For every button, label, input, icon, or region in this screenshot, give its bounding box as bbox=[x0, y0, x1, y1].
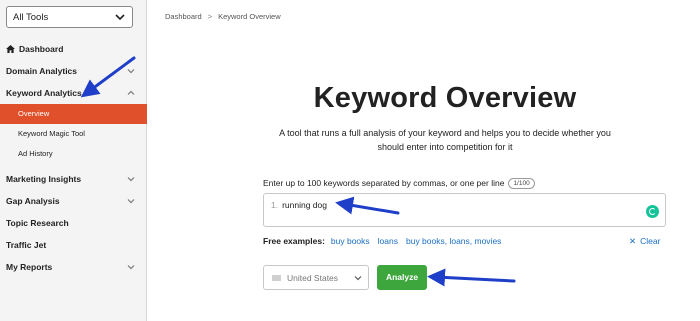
keyword-counter-badge: 1/100 bbox=[508, 178, 535, 189]
keyword-textarea[interactable]: 1. running dog bbox=[263, 193, 666, 227]
example-link[interactable]: loans bbox=[378, 236, 398, 246]
breadcrumb: Dashboard > Keyword Overview bbox=[165, 12, 281, 21]
chevron-down-icon bbox=[354, 276, 362, 281]
chevron-down-icon bbox=[127, 177, 135, 182]
sidebar-item-label: My Reports bbox=[6, 262, 53, 272]
sidebar-item-topic-research[interactable]: Topic Research bbox=[0, 212, 147, 234]
sidebar-nav: Dashboard Domain Analytics Keyword Analy… bbox=[0, 38, 147, 278]
sidebar-item-gap-analysis[interactable]: Gap Analysis bbox=[0, 190, 147, 212]
page-title: Keyword Overview bbox=[313, 82, 577, 114]
sidebar-item-label: Marketing Insights bbox=[6, 174, 82, 184]
sidebar-item-domain-analytics[interactable]: Domain Analytics bbox=[0, 60, 147, 82]
sidebar-item-ad-history[interactable]: Ad History bbox=[0, 144, 147, 164]
sidebar-item-label: Domain Analytics bbox=[6, 66, 78, 76]
sidebar-item-label: Traffic Jet bbox=[6, 240, 47, 250]
analyze-button[interactable]: Analyze bbox=[377, 265, 427, 290]
breadcrumb-current: Keyword Overview bbox=[218, 12, 281, 21]
annotation-arrow-analyze-button bbox=[427, 268, 516, 287]
keyword-input-label-text: Enter up to 100 keywords separated by co… bbox=[263, 178, 505, 188]
clear-button[interactable]: ✕ Clear bbox=[629, 236, 660, 247]
sidebar-item-keyword-analytics[interactable]: Keyword Analytics bbox=[0, 82, 147, 104]
keyword-input-label: Enter up to 100 keywords separated by co… bbox=[263, 178, 535, 189]
free-examples-label: Free examples: bbox=[263, 236, 325, 246]
sidebar-item-label: Gap Analysis bbox=[6, 196, 60, 206]
sidebar-item-my-reports[interactable]: My Reports bbox=[0, 256, 147, 278]
country-select-value: United States bbox=[287, 273, 339, 283]
sidebar-item-overview[interactable]: Overview bbox=[0, 104, 147, 124]
breadcrumb-dashboard-link[interactable]: Dashboard bbox=[165, 12, 202, 21]
sidebar-item-dashboard[interactable]: Dashboard bbox=[0, 38, 147, 60]
sidebar-item-label: Keyword Analytics bbox=[6, 88, 82, 98]
sidebar-item-label: Ad History bbox=[18, 149, 53, 158]
sidebar-item-traffic-jet[interactable]: Traffic Jet bbox=[0, 234, 147, 256]
sidebar-item-label: Keyword Magic Tool bbox=[18, 129, 85, 138]
sidebar-item-keyword-magic-tool[interactable]: Keyword Magic Tool bbox=[0, 124, 147, 144]
chevron-down-icon bbox=[127, 69, 135, 74]
close-icon: ✕ bbox=[629, 236, 637, 246]
free-examples: Free examples: buy books loans buy books, l… bbox=[263, 236, 509, 246]
keyword-value: running dog bbox=[282, 200, 327, 210]
all-tools-select[interactable]: All Tools bbox=[6, 6, 133, 28]
example-link[interactable]: buy books bbox=[331, 236, 370, 246]
app: All Tools Dashboard Domain Analytics Key… bbox=[0, 0, 700, 321]
home-icon bbox=[6, 45, 15, 53]
sidebar-item-label: Dashboard bbox=[19, 44, 64, 54]
keyword-line: 1. running dog bbox=[271, 200, 327, 210]
country-select[interactable]: United States bbox=[263, 265, 369, 290]
chevron-down-icon bbox=[127, 265, 135, 270]
clear-label: Clear bbox=[640, 236, 661, 246]
breadcrumb-separator: > bbox=[207, 12, 213, 21]
chevron-down-icon bbox=[127, 199, 135, 204]
example-link[interactable]: buy books, loans, movies bbox=[406, 236, 501, 246]
sidebar-item-label: Topic Research bbox=[6, 218, 69, 228]
grammarly-icon[interactable] bbox=[646, 205, 659, 218]
chevron-down-icon bbox=[115, 14, 125, 21]
sidebar-item-label: Overview bbox=[18, 109, 50, 118]
flag-icon bbox=[272, 275, 281, 281]
all-tools-select-value: All Tools bbox=[13, 12, 49, 23]
sidebar: All Tools Dashboard Domain Analytics Key… bbox=[0, 0, 147, 321]
page-subtitle: A tool that runs a full analysis of your… bbox=[279, 128, 611, 152]
chevron-up-icon bbox=[127, 90, 135, 95]
keyword-line-number: 1. bbox=[271, 200, 279, 210]
sidebar-item-marketing-insights[interactable]: Marketing Insights bbox=[0, 168, 147, 190]
